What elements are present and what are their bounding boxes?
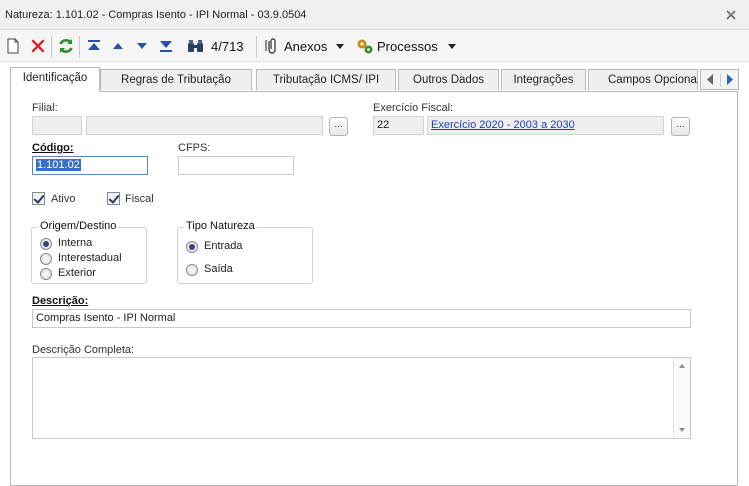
new-button[interactable]	[6, 37, 20, 55]
binoculars-icon	[188, 40, 203, 52]
filial-name-field	[86, 116, 323, 135]
radio-interna[interactable]	[40, 238, 52, 250]
radio-entrada[interactable]	[186, 241, 198, 253]
exercicio-link[interactable]: Exercício 2020 - 2003 a 2030	[431, 119, 575, 131]
cfps-label: CFPS:	[178, 142, 211, 154]
toolbar-separator	[256, 36, 257, 58]
scroll-down-icon[interactable]	[679, 428, 685, 432]
toolbar: 4/713 Anexos Processos	[0, 31, 749, 62]
scroll-up-icon[interactable]	[679, 364, 685, 368]
radio-saida-label: Saída	[204, 263, 233, 275]
paperclip-icon	[265, 38, 276, 54]
refresh-icon	[59, 39, 73, 53]
processos-menu-button[interactable]: Processos	[356, 37, 457, 55]
delete-button[interactable]	[30, 37, 46, 55]
origem-destino-group: Origem/Destino Interna Interestadual Ext…	[31, 220, 147, 284]
ativo-label: Ativo	[51, 193, 76, 205]
tab-identificacao[interactable]: Identificação	[10, 67, 100, 92]
close-icon[interactable]	[723, 7, 739, 23]
next-record-button[interactable]	[135, 37, 149, 55]
codigo-label: Código:	[32, 142, 74, 154]
tab-label: Integrações	[513, 74, 574, 86]
gears-icon	[357, 39, 373, 54]
fiscal-label: Fiscal	[125, 193, 154, 205]
new-document-icon	[7, 38, 19, 54]
filial-label: Filial:	[32, 102, 58, 114]
record-counter: 4/713	[211, 38, 244, 54]
exercicio-fiscal-label: Exercício Fiscal:	[373, 102, 454, 114]
descricao-label: Descrição:	[32, 295, 89, 307]
last-record-button[interactable]	[158, 37, 174, 55]
tab-tributacao-icms-ipi[interactable]: Tributação ICMS/ IPI	[256, 69, 396, 90]
radio-interna-label: Interna	[58, 237, 93, 249]
radio-interestadual-label: Interestadual	[58, 252, 122, 264]
tab-strip: Regras de Tributação Tributação ICMS/ IP…	[10, 67, 740, 92]
toolbar-separator	[51, 36, 52, 58]
tab-scroll-buttons	[700, 69, 739, 90]
search-records-button[interactable]: 4/713	[187, 37, 244, 55]
window-title: Natureza: 1.101.02 - Compras Isento - IP…	[5, 9, 307, 21]
tab-regras-tributacao[interactable]: Regras de Tributação	[100, 69, 252, 90]
tipo-natureza-group: Tipo Natureza Entrada Saída	[177, 220, 313, 284]
exercicio-lookup-button[interactable]: ...	[671, 117, 690, 136]
tipo-natureza-title: Tipo Natureza	[184, 220, 257, 232]
cfps-field[interactable]	[178, 156, 294, 175]
descricao-field[interactable]: Compras Isento - IPI Normal	[32, 309, 691, 328]
dropdown-arrow-icon	[447, 44, 456, 49]
radio-saida[interactable]	[186, 264, 198, 276]
first-record-button[interactable]	[86, 37, 102, 55]
exercicio-code-field[interactable]: 22	[373, 116, 424, 135]
radio-interestadual[interactable]	[40, 253, 52, 265]
toolbar-separator	[79, 36, 80, 58]
radio-entrada-label: Entrada	[204, 240, 243, 252]
anexos-menu-button[interactable]: Anexos	[264, 37, 345, 55]
codigo-field[interactable]: 1.101.02	[32, 156, 148, 175]
title-bar: Natureza: 1.101.02 - Compras Isento - IP…	[0, 0, 749, 30]
dropdown-arrow-icon	[336, 44, 345, 49]
tab-outros-dados[interactable]: Outros Dados	[398, 69, 499, 90]
tab-label: Outros Dados	[413, 74, 484, 86]
tab-label: Identificação	[22, 72, 88, 84]
identificacao-panel: Filial: ... Exercício Fiscal: 22 Exercíc…	[10, 91, 738, 486]
descricao-completa-scrollbar[interactable]	[673, 358, 690, 438]
delete-x-icon	[31, 39, 45, 53]
previous-record-button[interactable]	[111, 37, 125, 55]
tab-label: Campos Opcionais	[608, 74, 698, 86]
origem-destino-title: Origem/Destino	[38, 220, 119, 232]
descricao-completa-textarea[interactable]	[32, 357, 691, 439]
tab-integracoes[interactable]: Integrações	[501, 69, 586, 90]
filial-code-field[interactable]	[32, 116, 82, 135]
processos-label: Processos	[377, 38, 438, 54]
last-record-icon	[160, 41, 172, 52]
radio-exterior-label: Exterior	[58, 267, 96, 279]
descricao-completa-label: Descrição Completa:	[32, 344, 135, 356]
codigo-value: 1.101.02	[36, 159, 81, 171]
previous-record-icon	[113, 43, 123, 49]
fiscal-checkbox[interactable]	[107, 192, 120, 205]
tab-label: Regras de Tributação	[121, 74, 231, 86]
first-record-icon	[88, 40, 100, 50]
next-record-icon	[137, 43, 147, 49]
tab-campos-opcionais[interactable]: Campos Opcionais	[588, 69, 698, 90]
radio-exterior[interactable]	[40, 268, 52, 280]
tab-scroll-left-icon[interactable]	[703, 72, 719, 87]
refresh-button[interactable]	[57, 37, 75, 55]
exercicio-description-field: Exercício 2020 - 2003 a 2030	[427, 116, 664, 135]
tab-label: Tributação ICMS/ IPI	[272, 74, 380, 86]
ativo-checkbox[interactable]	[32, 192, 45, 205]
tab-scroll-right-icon[interactable]	[722, 72, 738, 87]
anexos-label: Anexos	[284, 38, 328, 54]
filial-lookup-button[interactable]: ...	[329, 117, 348, 136]
